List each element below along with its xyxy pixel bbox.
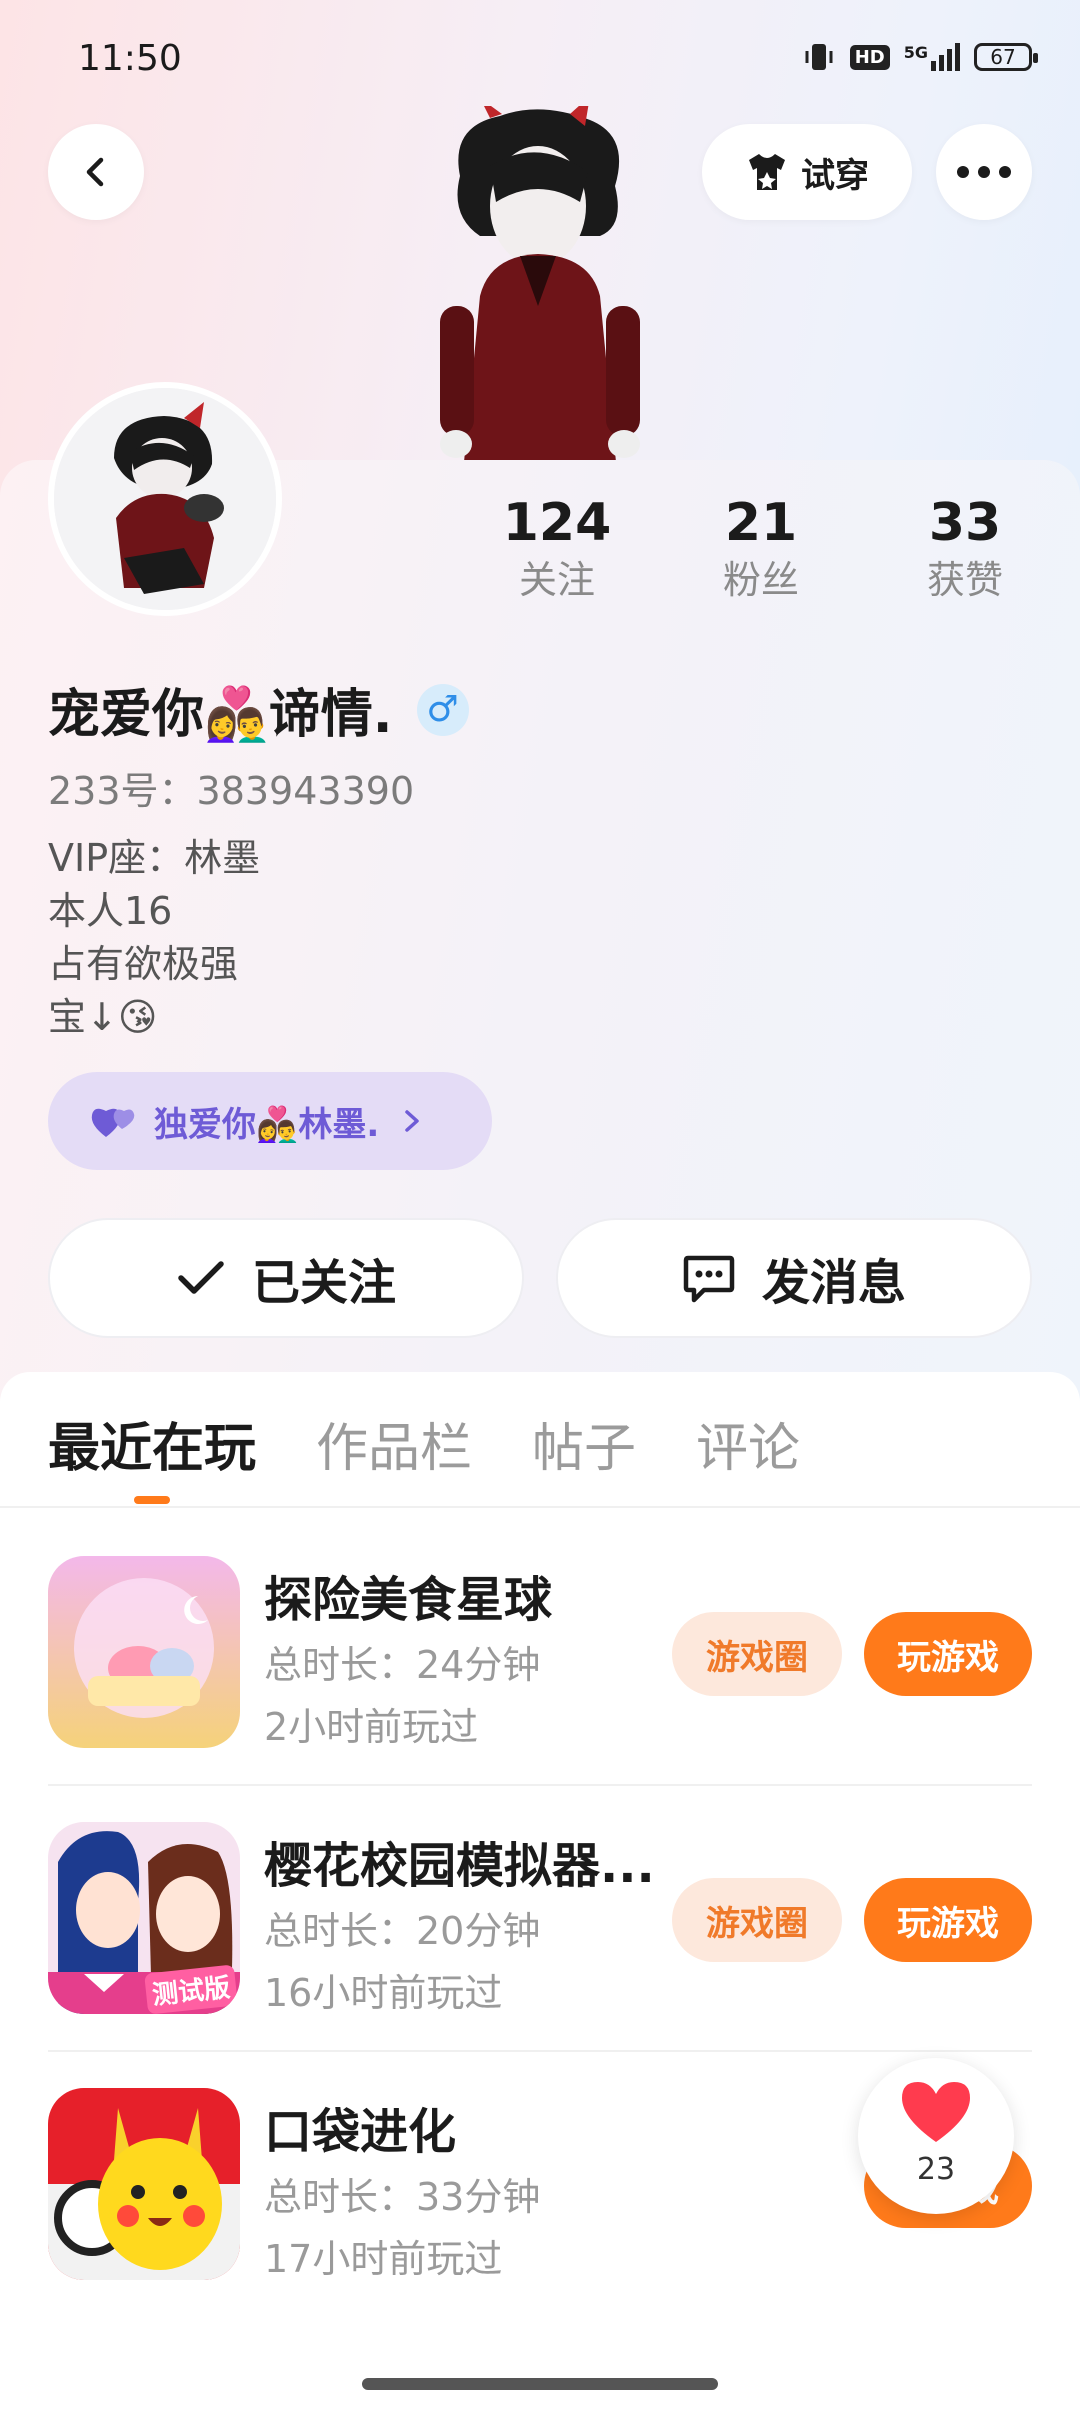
game-name: 樱花校园模拟器... xyxy=(264,1838,655,1894)
stat-following[interactable]: 124 关注 xyxy=(482,492,632,606)
network-type: 5G xyxy=(903,43,928,62)
stat-fans-value: 21 xyxy=(724,493,798,553)
battery-icon: 67 xyxy=(974,43,1038,71)
status-icons: HD 5G 67 xyxy=(802,40,1038,74)
chat-bubble-icon xyxy=(683,1255,735,1303)
tab-recently-played[interactable]: 最近在玩 xyxy=(48,1406,256,1481)
hd-icon: HD xyxy=(849,44,890,70)
list-divider xyxy=(48,2050,1032,2052)
vibrate-icon xyxy=(805,44,833,70)
try-on-label: 试穿 xyxy=(801,155,869,196)
more-button[interactable] xyxy=(936,124,1032,220)
play-game-button[interactable]: 玩游戏 xyxy=(864,1612,1032,1696)
signal-icon: 5G xyxy=(904,43,960,71)
stat-following-value: 124 xyxy=(502,493,612,553)
like-count: 23 xyxy=(916,2152,956,2187)
test-version-badge: 测试版 xyxy=(144,1964,238,2014)
status-bar: 11:50 HD 5G 67 xyxy=(0,0,1080,110)
list-divider xyxy=(48,1784,1032,1786)
game-icon-food-planet xyxy=(48,1556,240,1748)
bio: VIP座：林墨 本人16 占有欲极强 宝↓😘 xyxy=(48,832,260,1044)
followed-button[interactable]: 已关注 xyxy=(48,1218,524,1338)
game-duration: 总时长：20分钟 xyxy=(264,1909,541,1953)
stat-following-label: 关注 xyxy=(518,558,595,602)
tshirt-icon xyxy=(749,154,785,190)
send-message-label: 发消息 xyxy=(761,1255,906,1311)
bio-line: 本人16 xyxy=(48,889,173,933)
bio-line: VIP座：林墨 xyxy=(48,836,261,880)
stat-likes-value: 33 xyxy=(928,493,1002,553)
game-name: 口袋进化 xyxy=(264,2104,457,2160)
tabs-divider xyxy=(0,1506,1080,1508)
cp-relationship-button[interactable]: 独爱你👩‍❤️‍👨林墨. xyxy=(48,1072,492,1170)
game-duration: 总时长：33分钟 xyxy=(264,2175,541,2219)
stat-fans-label: 粉丝 xyxy=(722,558,799,602)
game-last-played: 17小时前玩过 xyxy=(264,2237,503,2281)
hearts-icon xyxy=(91,1108,135,1137)
stat-likes-label: 获赞 xyxy=(926,558,1003,602)
avatar-character-figure xyxy=(420,96,660,462)
try-on-button[interactable]: 试穿 xyxy=(702,124,912,220)
game-icon-pocket-evolution xyxy=(48,2088,240,2280)
tab-comments[interactable]: 评论 xyxy=(696,1406,800,1481)
send-message-button[interactable]: 发消息 xyxy=(556,1218,1032,1338)
game-name: 探险美食星球 xyxy=(264,1572,553,1628)
stat-likes[interactable]: 33 获赞 xyxy=(890,492,1040,606)
profile-tabs: 最近在玩 作品栏 帖子 评论 xyxy=(48,1406,800,1481)
status-time: 11:50 xyxy=(78,38,182,79)
tab-posts[interactable]: 帖子 xyxy=(532,1406,636,1481)
bio-line: 占有欲极强 xyxy=(48,942,239,986)
checkmark-icon xyxy=(178,1261,224,1294)
game-last-played: 16小时前玩过 xyxy=(264,1971,503,2015)
game-circle-button[interactable]: 游戏圈 xyxy=(672,1878,842,1962)
chevron-left-icon xyxy=(86,157,104,187)
active-tab-indicator xyxy=(134,1496,170,1504)
tab-works[interactable]: 作品栏 xyxy=(316,1406,472,1481)
avatar[interactable] xyxy=(48,382,282,616)
followed-label: 已关注 xyxy=(251,1255,396,1311)
user-id: 233号：383943390 xyxy=(48,769,415,813)
battery-level: 67 xyxy=(990,45,1016,69)
bio-line: 宝↓😘 xyxy=(48,995,158,1039)
nickname: 宠爱你👩‍❤️‍👨谛情. xyxy=(48,685,393,745)
nickname-row: 宠爱你👩‍❤️‍👨谛情. ♂ xyxy=(48,672,469,747)
stat-fans[interactable]: 21 粉丝 xyxy=(686,492,836,606)
game-icon-sakura-school: 测试版 xyxy=(48,1822,240,2014)
chevron-right-icon xyxy=(405,1110,419,1132)
list-item[interactable]: 探险美食星球 总时长：24分钟 2小时前玩过 游戏圈 玩游戏 xyxy=(48,1556,1032,1749)
more-dots-icon xyxy=(957,166,1011,178)
back-button[interactable] xyxy=(48,124,144,220)
game-circle-button[interactable]: 游戏圈 xyxy=(672,1612,842,1696)
play-game-button[interactable]: 玩游戏 xyxy=(864,1878,1032,1962)
cp-label: 独爱你👩‍❤️‍👨林墨. xyxy=(154,1104,380,1145)
list-item[interactable]: 测试版 樱花校园模拟器... 总时长：20分钟 16小时前玩过 游戏圈 玩游戏 xyxy=(48,1822,1032,2015)
home-indicator[interactable] xyxy=(362,2378,718,2390)
game-last-played: 2小时前玩过 xyxy=(264,1705,479,1749)
game-duration: 总时长：24分钟 xyxy=(264,1643,541,1687)
gender-symbol: ♂ xyxy=(426,689,459,730)
like-float-button[interactable]: 23 xyxy=(858,2058,1014,2214)
heart-icon xyxy=(902,2082,970,2142)
male-gender-icon: ♂ xyxy=(416,683,469,736)
